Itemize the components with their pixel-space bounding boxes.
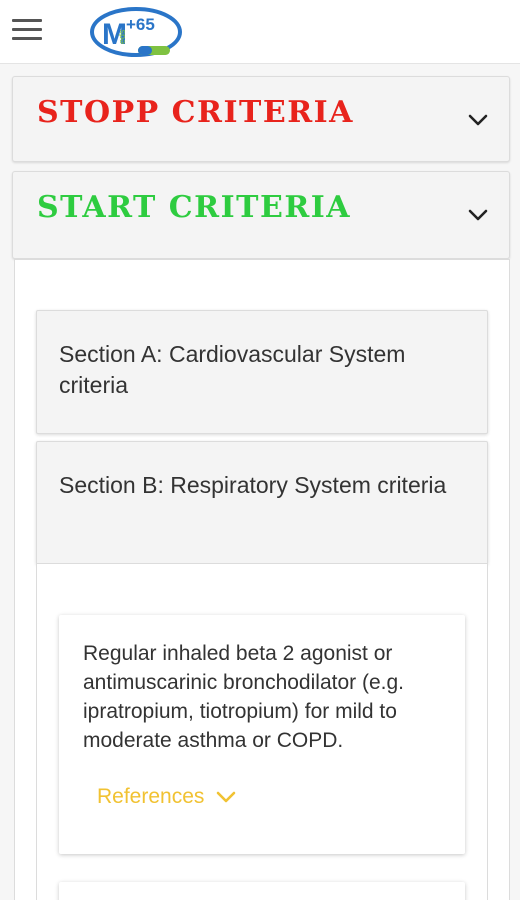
logo-subtext: eds [117, 29, 127, 44]
section-a-label: Section A: Cardiovascular System criteri… [59, 341, 406, 398]
start-criteria-title: START CRITERIA [37, 190, 352, 225]
section-b-card[interactable]: Section B: Respiratory System criteria [36, 441, 488, 564]
app-logo: M +65 eds [88, 4, 188, 60]
criterion-text: Regular inhaled beta 2 agonist or antimu… [83, 642, 404, 752]
chevron-down-icon [217, 791, 236, 802]
app-bar: M +65 eds [0, 0, 520, 64]
menu-icon[interactable] [12, 19, 42, 41]
criterion-card-next [59, 882, 465, 900]
stopp-criteria-title: STOPP CRITERIA [37, 95, 354, 130]
start-criteria-panel[interactable]: START CRITERIA [12, 171, 510, 259]
stopp-criteria-panel[interactable]: STOPP CRITERIA [12, 76, 510, 162]
references-label: References [97, 785, 205, 808]
logo-number: +65 [126, 15, 155, 34]
chevron-down-icon[interactable] [467, 208, 489, 222]
chevron-down-icon[interactable] [467, 113, 489, 127]
section-b-label: Section B: Respiratory System criteria [59, 472, 447, 498]
references-toggle[interactable]: References [97, 785, 236, 809]
section-a-card[interactable]: Section A: Cardiovascular System criteri… [36, 310, 488, 434]
criterion-card: Regular inhaled beta 2 agonist or antimu… [59, 615, 465, 854]
